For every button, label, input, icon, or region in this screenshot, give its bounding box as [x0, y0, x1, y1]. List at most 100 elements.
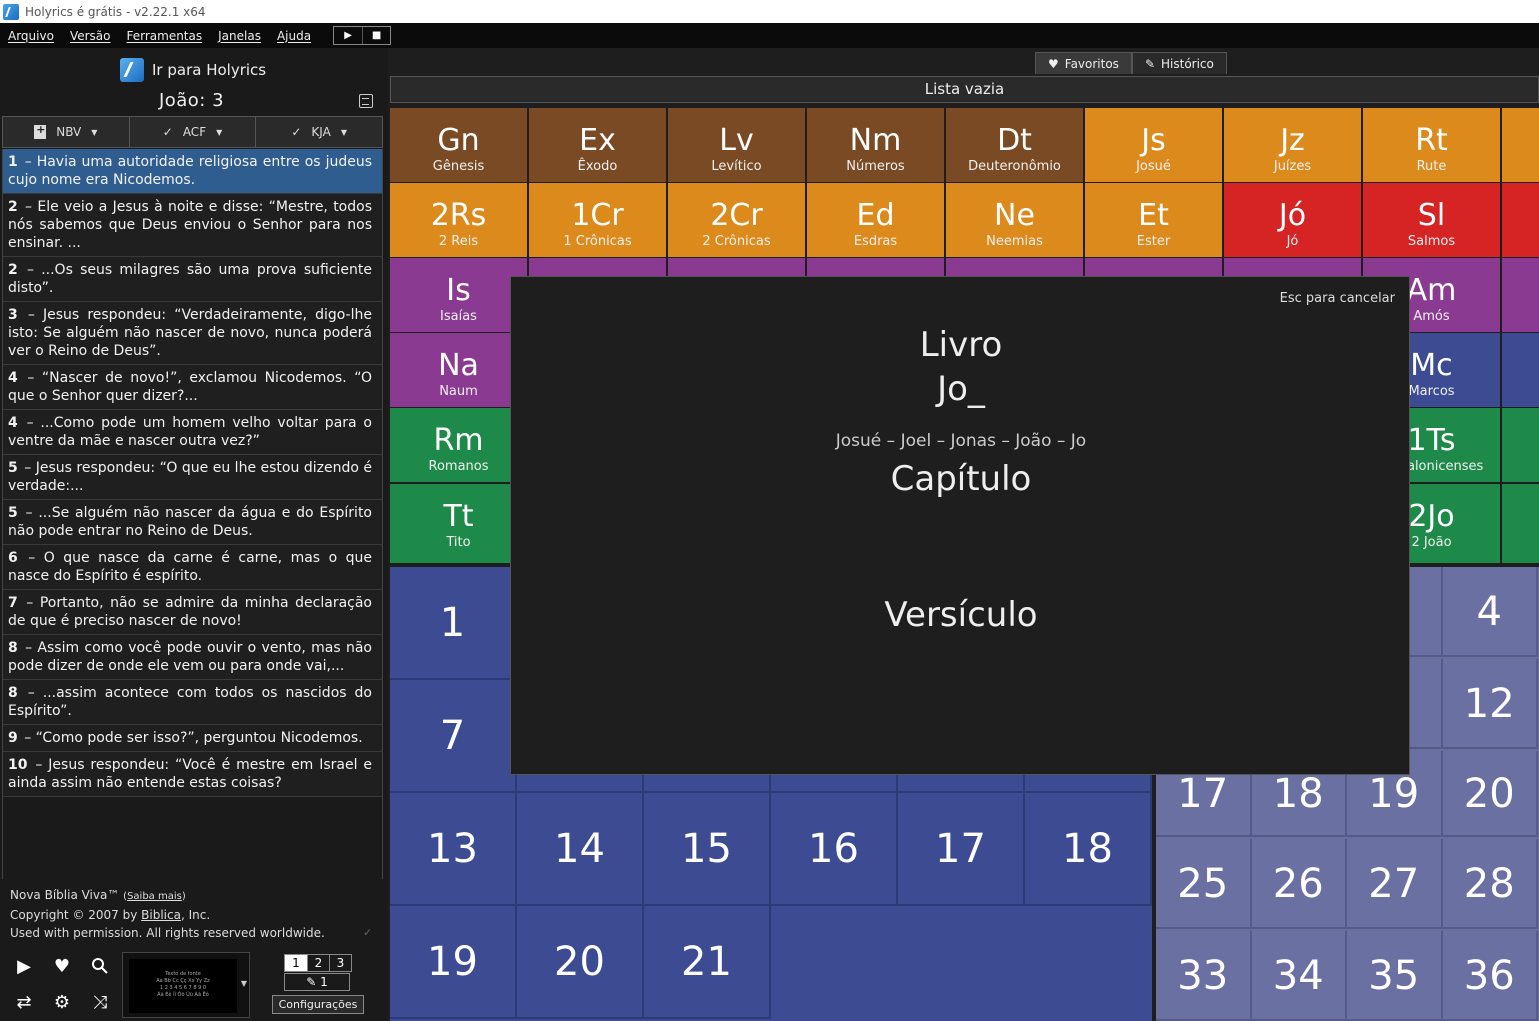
verse-button[interactable]: 26 [1251, 839, 1347, 929]
verse-button[interactable]: 34 [1251, 931, 1347, 1021]
verse-button[interactable]: 35 [1347, 931, 1443, 1021]
search-icon[interactable] [88, 954, 112, 978]
screen-3[interactable]: 3 [329, 955, 351, 971]
verse-item[interactable]: 8 – Assim como você pode ouvir o vento, … [3, 635, 382, 680]
book-tile[interactable]: Ed Esdras [807, 183, 944, 257]
menu-versao[interactable]: Versão [62, 29, 119, 43]
book-tile[interactable]: Is Isaías [390, 258, 527, 332]
book-tile[interactable]: 2 Te [1502, 408, 1539, 482]
book-tile[interactable]: Et Ester [1085, 183, 1222, 257]
book-tile[interactable]: 1Cr 1 Crônicas [529, 183, 666, 257]
chevron-down-icon[interactable]: ▼ [91, 128, 97, 137]
book-tile[interactable]: Na Naum [390, 333, 527, 407]
book-tile[interactable]: Js Josué [1085, 108, 1222, 182]
verse-item[interactable]: 5 – Jesus respondeu: “O que eu lhe estou… [3, 455, 382, 500]
screen-2[interactable]: 2 [307, 955, 329, 971]
book-tile[interactable]: Rm Romanos [390, 408, 527, 482]
shuffle-icon[interactable]: ⤨ [88, 990, 112, 1014]
font-preview[interactable]: Texto de fonte Aa Bb Cc Çç Xx Yy Zz 1 2 … [122, 952, 250, 1018]
verse-item[interactable]: 1 – Havia uma autoridade religiosa entre… [3, 149, 382, 194]
book-tile[interactable]: Sl Salmos [1363, 183, 1500, 257]
version-kja[interactable]: ✓ KJA ▼ [255, 117, 382, 147]
book-tile[interactable]: Dt Deuteronômio [946, 108, 1083, 182]
version-acf[interactable]: ✓ ACF ▼ [128, 117, 256, 147]
verse-item[interactable]: 10 – Jesus respondeu: “Você é mestre em … [3, 752, 382, 797]
book-tile[interactable]: Nm Números [807, 108, 944, 182]
verse-item[interactable]: 2 – ...Os seus milagres são uma prova su… [3, 257, 382, 302]
verse-item[interactable]: 4 – ...Como pode um homem velho voltar p… [3, 410, 382, 455]
gear-icon[interactable]: ⚙ [50, 990, 74, 1014]
verse-item[interactable]: 7 – Portanto, não se admire da minha dec… [3, 590, 382, 635]
chapter-button[interactable]: 13 [390, 793, 517, 906]
verse-item[interactable]: 9 – “Como pode ser isso?”, perguntou Nic… [3, 725, 382, 752]
verse-item[interactable]: 3 – Jesus respondeu: “Verdadeiramente, d… [3, 302, 382, 365]
chevron-down-icon[interactable]: ▼ [216, 128, 222, 137]
chevron-down-icon[interactable]: ▼ [241, 979, 247, 988]
verse-button[interactable]: 33 [1156, 931, 1252, 1021]
verse-button[interactable]: 12 [1442, 659, 1538, 749]
book-tile[interactable] [1502, 258, 1539, 332]
menu-janelas[interactable]: Janelas [210, 29, 269, 43]
configuracoes-button[interactable]: Configurações [272, 995, 364, 1014]
chapter-button[interactable]: 17 [898, 793, 1025, 906]
biblica-link[interactable]: Biblica [141, 908, 181, 922]
book-tile[interactable]: Jó Jó [1224, 183, 1361, 257]
verse-button[interactable]: 20 [1442, 751, 1538, 837]
chapter-button[interactable]: 19 [390, 906, 517, 1019]
play-icon[interactable]: ▶ [12, 954, 36, 978]
chevron-down-icon[interactable]: ▼ [341, 128, 347, 137]
verse-item[interactable]: 5 – ...Se alguém não nascer da água e do… [3, 500, 382, 545]
book-tile[interactable]: 2Cr 2 Crônicas [668, 183, 805, 257]
book-tile[interactable]: Lv Levítico [668, 108, 805, 182]
verse-text: Jesus respondeu: “O que eu lhe estou diz… [8, 460, 372, 494]
tab-favoritos[interactable]: ♥ Favoritos [1035, 52, 1132, 74]
verse-item[interactable]: 6 – O que nasce da carne é carne, mas o … [3, 545, 382, 590]
saiba-mais-link[interactable]: Saiba mais [127, 891, 182, 902]
book-tile[interactable] [1502, 108, 1539, 182]
book-tile[interactable]: Rt Rute [1363, 108, 1500, 182]
screen-1[interactable]: 1 [285, 955, 307, 971]
book-tile[interactable] [1502, 484, 1539, 563]
stop-icon[interactable]: ■ [362, 27, 390, 44]
verse-button[interactable]: 28 [1442, 839, 1538, 929]
book-tile[interactable]: Ne Neemias [946, 183, 1083, 257]
notes-icon[interactable] [359, 94, 373, 108]
chapter-button[interactable]: 20 [517, 906, 644, 1019]
book-tile[interactable]: Gn Gênesis [390, 108, 527, 182]
verse-button[interactable]: 36 [1442, 931, 1538, 1021]
verse-item[interactable]: 2 – Ele veio a Jesus à noite e disse: “M… [3, 194, 382, 257]
edit-counter[interactable]: ✎ 1 [284, 973, 350, 991]
verse-button[interactable]: 27 [1347, 839, 1443, 929]
chapter-button[interactable]: 16 [771, 793, 898, 906]
heart-icon[interactable]: ♥ [50, 954, 74, 978]
play-icon[interactable]: ▶ [334, 27, 362, 44]
menu-ferramentas[interactable]: Ferramentas [118, 29, 210, 43]
chapter-button[interactable]: 14 [517, 793, 644, 906]
book-tile[interactable]: Tt Tito [390, 484, 527, 563]
verse-item[interactable]: 8 – ...assim acontece com todos os nasci… [3, 680, 382, 725]
book-tile[interactable] [1502, 333, 1539, 407]
verse-item[interactable]: 4 – “Nascer de novo!”, exclamou Nicodemo… [3, 365, 382, 410]
tab-historico[interactable]: ✎ Histórico [1131, 52, 1227, 74]
book-name: Tito [446, 535, 471, 550]
preview-line: Áã Éê Íí Óõ Úü Àâ Êô [157, 992, 209, 998]
chapter-button[interactable]: 21 [644, 906, 771, 1019]
menu-ajuda[interactable]: Ajuda [269, 29, 319, 43]
book-tile[interactable]: 2Rs 2 Reis [390, 183, 527, 257]
version-nbv[interactable]: NBV ▼ [3, 117, 129, 147]
book-tile[interactable]: Ex Êxodo [529, 108, 666, 182]
chapter-button[interactable]: 7 [390, 680, 517, 793]
chapter-button[interactable]: 18 [1025, 793, 1152, 906]
chapter-button[interactable]: 1 [390, 567, 517, 680]
book-tile[interactable]: Jz Juízes [1224, 108, 1361, 182]
verse-button[interactable]: 25 [1156, 839, 1252, 929]
book-input[interactable]: Jo_ [511, 369, 1411, 409]
esc-hint[interactable]: Esc para cancelar [1280, 291, 1395, 306]
verse-button[interactable]: 4 [1442, 567, 1538, 657]
goto-holyrics-link[interactable]: Ir para Holyrics [120, 58, 266, 82]
menu-arquivo[interactable]: Arquivo [0, 29, 62, 43]
chapter-button[interactable]: 15 [644, 793, 771, 906]
book-suggestions[interactable]: Josué – Joel – Jonas – João – Jo [511, 431, 1411, 451]
book-tile[interactable]: P [1502, 183, 1539, 257]
repeat-icon[interactable]: ⇄ [12, 990, 36, 1014]
